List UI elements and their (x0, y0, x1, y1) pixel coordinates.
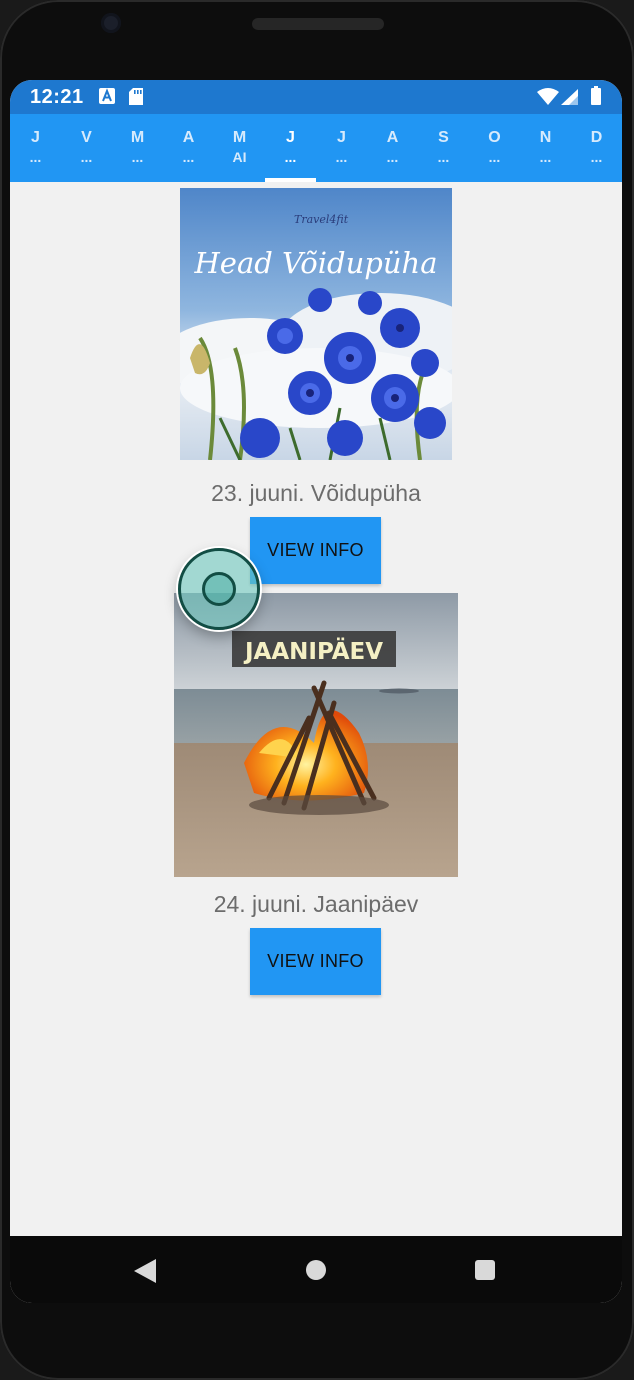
device-frame: 12:21 J... V... M... A... M AI J... J ..… (0, 0, 634, 1380)
device-bezel (0, 0, 634, 1380)
